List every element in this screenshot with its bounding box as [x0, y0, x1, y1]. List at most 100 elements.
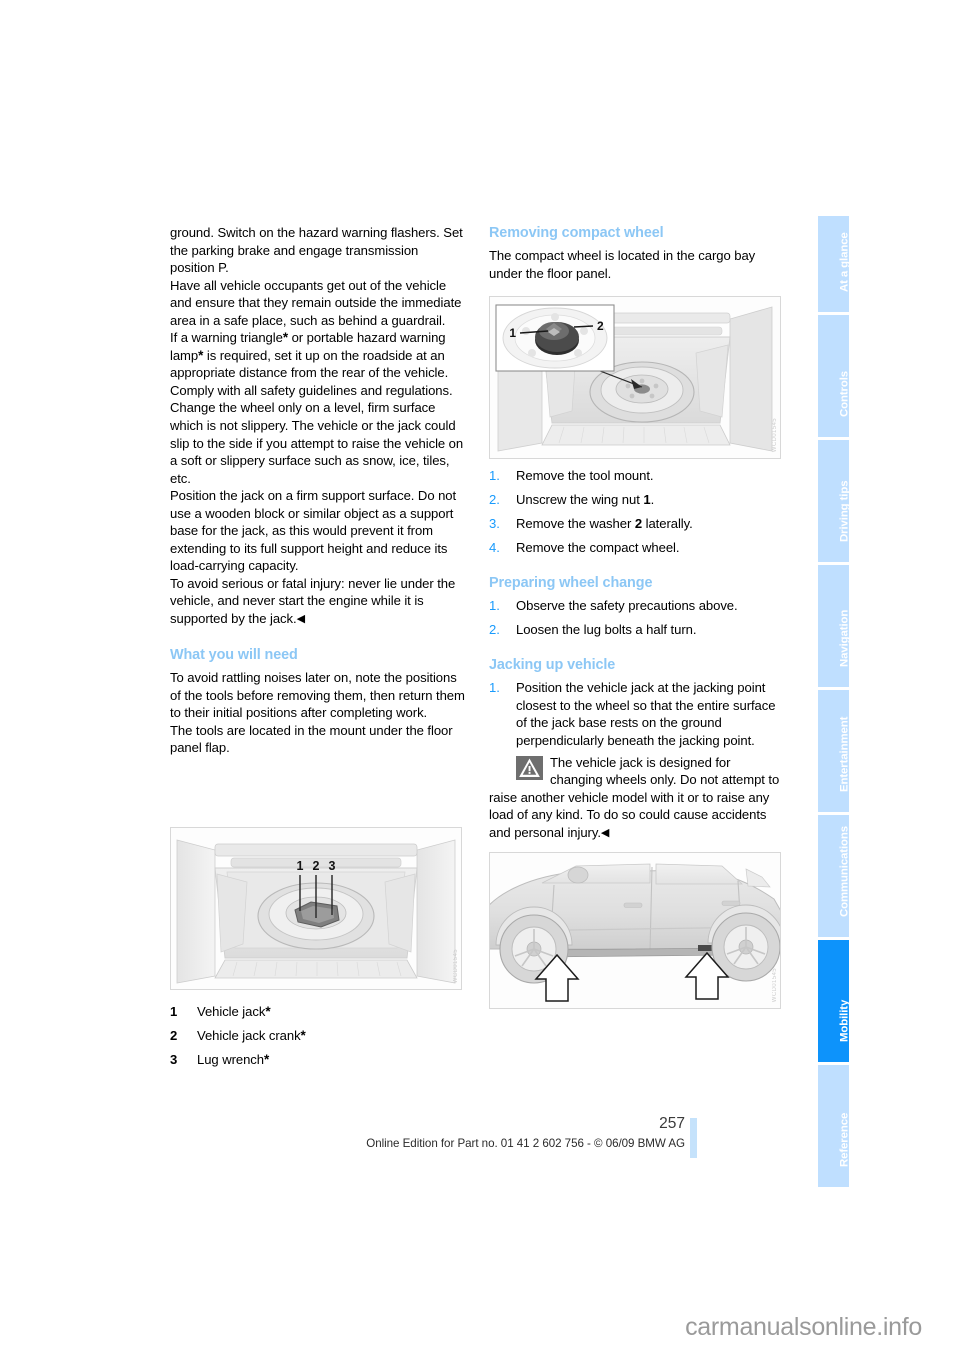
figure-compact-wheel: 1 2 WCD01545	[489, 296, 781, 459]
tool-mount-illustration: 1 2 3	[171, 828, 461, 989]
paragraph-text: To avoid serious or fatal injury: never …	[170, 575, 456, 627]
sidebar-tab-navigation[interactable]: Navigation	[818, 565, 851, 687]
step-number: 2.	[489, 492, 500, 508]
step-text: Observe the safety precautions above.	[516, 598, 738, 614]
paragraph: Position the jack on a firm support surf…	[170, 488, 457, 574]
compact-wheel-illustration: 1 2	[490, 297, 780, 458]
paragraph: To avoid rattling noises later on, note …	[170, 670, 465, 721]
tab-label: Mobility	[838, 999, 851, 1042]
footnote-asterisk: *	[198, 347, 204, 363]
callout-ref: 2	[634, 516, 643, 532]
svg-text:2: 2	[313, 859, 320, 873]
jacking-up-vehicle-steps: 1. Position the vehicle jack at the jacki…	[489, 679, 785, 749]
list-item: 3. Remove the washer 2 laterally.	[489, 515, 785, 533]
figure-watermark-code: WCD01545	[772, 967, 778, 1002]
step-text-tail: laterally.	[642, 516, 693, 532]
list-item: 4. Remove the compact wheel.	[489, 539, 785, 557]
paragraph-end: To avoid serious or fatal injury: never …	[170, 575, 466, 629]
tab-label: Communications	[838, 825, 851, 917]
sidebar-tab-communications[interactable]: Communications	[818, 815, 851, 937]
step-number: 2.	[489, 622, 500, 638]
step-text: Remove the washer	[516, 516, 635, 532]
heading-preparing-wheel-change: Preparing wheel change	[489, 575, 653, 592]
paragraph: The compact wheel is located in the carg…	[489, 248, 756, 281]
manual-page: ground. Switch on the hazard warning fla…	[0, 0, 960, 1358]
list-item: 1. Remove the tool mount.	[489, 467, 785, 485]
legend-number: 2	[170, 1028, 178, 1044]
step-text: Remove the compact wheel.	[516, 540, 680, 556]
footnote-asterisk: *	[282, 330, 288, 346]
sidebar-tab-controls[interactable]: Controls	[818, 315, 851, 437]
footnote-asterisk: *	[265, 1004, 271, 1019]
paragraph: Have all vehicle occupants get out of th…	[170, 277, 462, 328]
page-number: 257	[659, 1115, 685, 1132]
paragraph: The tools are located in the mount under…	[170, 722, 453, 756]
warning-block: The vehicle jack is designed for changin…	[489, 754, 785, 843]
paragraph-warning-triangle: If a warning triangle* or portable hazar…	[170, 330, 453, 398]
step-number: 3.	[489, 516, 500, 532]
step-text: Remove the tool mount.	[516, 468, 654, 484]
removing-compact-wheel-steps: 1. Remove the tool mount. 2. Unscrew the w…	[489, 467, 785, 557]
figure-tool-mount: 1 2 3 WCD01545	[170, 827, 462, 990]
left-text-column: ground. Switch on the hazard warning fla…	[170, 224, 466, 757]
list-item: 1. Position the vehicle jack at the jacki…	[489, 679, 785, 749]
footer-edition-line: Online Edition for Part no. 01 41 2 602 …	[366, 1137, 685, 1150]
step-text-tail: .	[650, 492, 655, 508]
section-end-marker: ◀	[600, 826, 610, 839]
tab-label: Entertainment	[838, 716, 851, 792]
step-number: 4.	[489, 540, 500, 556]
svg-text:3: 3	[329, 859, 336, 873]
footnote-asterisk: *	[300, 1028, 306, 1044]
what-you-will-need-body: To avoid rattling noises later on, note …	[170, 669, 466, 757]
step-number: 1.	[489, 468, 500, 484]
removing-compact-wheel-intro: The compact wheel is located in the carg…	[489, 247, 785, 282]
legend-label: Vehicle jack crank	[197, 1028, 301, 1044]
sidebar-tab-mobility[interactable]: Mobility	[818, 940, 851, 1062]
step-text: Unscrew the wing nut	[516, 492, 644, 508]
figure-watermark-code: WCD01545	[772, 417, 778, 452]
section-tabs-sidebar: At a glance Controls Driving tips Naviga…	[818, 216, 851, 1190]
footnote-asterisk: *	[264, 1052, 270, 1068]
heading-removing-compact-wheel: Removing compact wheel	[489, 225, 664, 241]
tab-label: Controls	[838, 370, 851, 417]
paragraph: Change the wheel only on a level, firm s…	[170, 400, 464, 486]
tab-label: Reference	[838, 1112, 851, 1167]
legend-number: 3	[170, 1052, 178, 1068]
sidebar-tab-at-a-glance[interactable]: At a glance	[818, 216, 851, 312]
list-item: 2. Loosen the lug bolts a half turn.	[489, 621, 785, 639]
legend-label: Lug wrench	[197, 1052, 264, 1068]
sidebar-tab-driving-tips[interactable]: Driving tips	[818, 440, 851, 562]
svg-text:1: 1	[509, 326, 516, 340]
step-number: 1.	[489, 680, 500, 696]
footer-accent-marker	[690, 1118, 697, 1158]
list-item: 2 Vehicle jack crank*	[170, 1027, 466, 1045]
step-text: Position the vehicle jack at the jacking…	[516, 680, 776, 749]
step-number: 1.	[489, 598, 500, 614]
heading-what-you-will-need: What you will need	[170, 647, 298, 664]
svg-text:2: 2	[597, 319, 604, 333]
callout-ref: 1	[643, 492, 651, 508]
legend-number: 1	[170, 1004, 178, 1019]
paragraph: ground. Switch on the hazard warning fla…	[170, 225, 463, 276]
jacking-points-illustration	[490, 853, 780, 1008]
tab-label: Navigation	[838, 609, 851, 667]
tool-legend-list: 1 Vehicle jack* 2 Vehicle jack crank* 3 Lug…	[170, 1003, 466, 1069]
figure-jacking-points: WCD01545	[489, 852, 781, 1009]
legend-label: Vehicle jack	[197, 1004, 266, 1019]
step-text: Loosen the lug bolts a half turn.	[516, 622, 697, 638]
list-item: 3 Lug wrench*	[170, 1051, 466, 1069]
tab-label: Driving tips	[838, 480, 851, 542]
warning-triangle-icon	[516, 755, 543, 780]
site-watermark: carmanualsonline.info	[685, 1313, 922, 1341]
list-item: 1 Vehicle jack*	[170, 1003, 466, 1021]
section-end-marker: ◀	[296, 613, 306, 626]
sidebar-tab-reference[interactable]: Reference	[818, 1065, 851, 1187]
preparing-wheel-change-steps: 1. Observe the safety precautions above. …	[489, 597, 785, 639]
heading-jacking-up-vehicle: Jacking up vehicle	[489, 657, 616, 674]
continued-body-text: ground. Switch on the hazard warning fla…	[170, 224, 466, 629]
sidebar-tab-entertainment[interactable]: Entertainment	[818, 690, 851, 812]
list-item: 2. Unscrew the wing nut 1.	[489, 491, 785, 509]
tab-label: At a glance	[838, 231, 851, 292]
list-item: 1. Observe the safety precautions above.	[489, 597, 785, 615]
figure-watermark-code: WCD01545	[453, 948, 459, 983]
